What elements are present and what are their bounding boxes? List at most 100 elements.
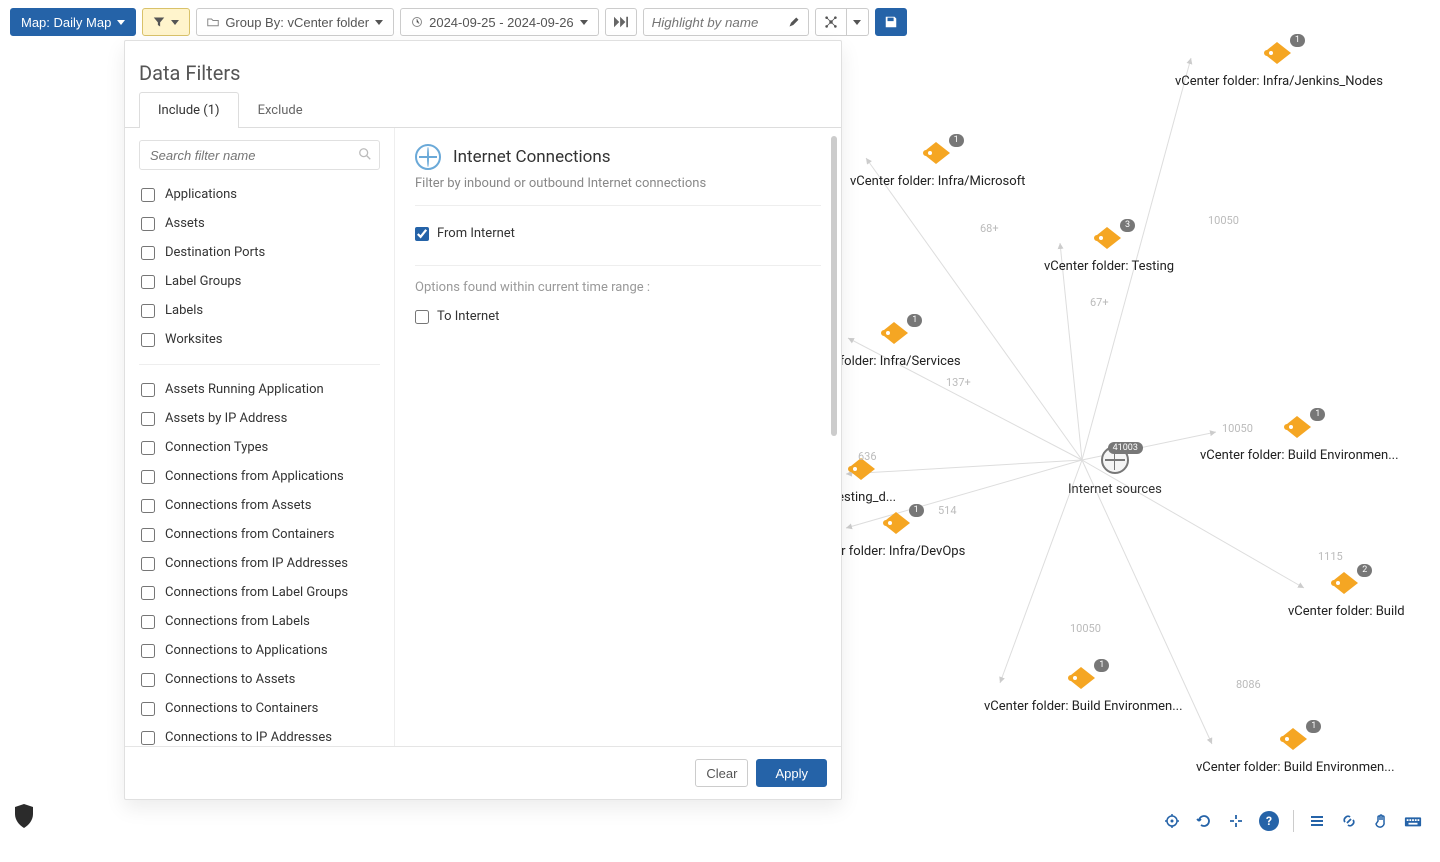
filter-checkbox[interactable]: [141, 499, 155, 513]
filter-item[interactable]: Assets by IP Address: [133, 404, 386, 433]
node-label: vCenter folder: Infra/Microsoft: [850, 174, 1025, 189]
filter-item[interactable]: Connections from Assets: [133, 491, 386, 520]
to-internet-row[interactable]: To Internet: [415, 303, 821, 330]
filter-checkbox[interactable]: [141, 246, 155, 260]
panel-title: Data Filters: [125, 41, 841, 91]
edge-label: 636: [858, 450, 877, 463]
tab-exclude[interactable]: Exclude: [239, 92, 322, 128]
filter-checkbox[interactable]: [141, 644, 155, 658]
map-node[interactable]: 1vCenter folder: Build Environmen...: [984, 665, 1183, 714]
filter-item[interactable]: Connections to IP Addresses: [133, 723, 386, 746]
network-icon: [824, 15, 838, 29]
to-internet-checkbox[interactable]: [415, 310, 429, 324]
filter-checkbox[interactable]: [141, 304, 155, 318]
recenter-icon[interactable]: [1227, 812, 1245, 830]
filter-item[interactable]: Applications: [133, 180, 386, 209]
node-badge: 41003: [1108, 442, 1143, 454]
refresh-icon[interactable]: [1195, 812, 1213, 830]
node-badge: 1: [1310, 408, 1325, 421]
filter-item[interactable]: Connection Types: [133, 433, 386, 462]
node-label: vCenter folder: Testing: [1044, 259, 1174, 274]
map-node[interactable]: 1r folder: Infra/Services: [832, 320, 961, 369]
filter-item[interactable]: Connections from Applications: [133, 462, 386, 491]
filter-checkbox[interactable]: [141, 731, 155, 745]
tag-icon: [922, 140, 954, 166]
filter-item[interactable]: Label Groups: [133, 267, 386, 296]
map-node[interactable]: 1vCenter folder: Build Environmen...: [1196, 726, 1395, 775]
filter-checkbox[interactable]: [141, 528, 155, 542]
filter-item[interactable]: Assets Running Application: [133, 375, 386, 404]
filter-label: Assets by IP Address: [165, 411, 287, 426]
filter-checkbox[interactable]: [141, 557, 155, 571]
map-node[interactable]: 3vCenter folder: Testing: [1044, 225, 1174, 274]
filter-search-input[interactable]: [139, 140, 380, 170]
filter-item[interactable]: Worksites: [133, 325, 386, 354]
highlight-input[interactable]: [652, 15, 782, 30]
map-node[interactable]: 1vCenter folder: Infra/Microsoft: [850, 140, 1025, 189]
layout-button[interactable]: [815, 8, 847, 36]
clear-button[interactable]: Clear: [695, 759, 748, 787]
map-node[interactable]: 1vCenter folder: Infra/Jenkins_Nodes: [1175, 40, 1383, 89]
filter-checkbox[interactable]: [141, 673, 155, 687]
filter-checkbox[interactable]: [141, 615, 155, 629]
map-node[interactable]: 2vCenter folder: Build: [1288, 570, 1405, 619]
filter-item[interactable]: Connections to Assets: [133, 665, 386, 694]
layout-dropdown-button[interactable]: [847, 8, 869, 36]
filter-item[interactable]: Destination Ports: [133, 238, 386, 267]
map-select-button[interactable]: Map: Daily Map: [10, 8, 136, 36]
filter-item[interactable]: Connections from Containers: [133, 520, 386, 549]
daterange-button[interactable]: 2024-09-25 - 2024-09-26: [400, 8, 599, 36]
divider: [415, 265, 821, 266]
filter-item[interactable]: Connections to Applications: [133, 636, 386, 665]
to-internet-label: To Internet: [437, 309, 499, 324]
filter-checkbox[interactable]: [141, 702, 155, 716]
filter-checkbox[interactable]: [141, 470, 155, 484]
node-label: vCenter folder: Build Environmen...: [984, 699, 1183, 714]
node-badge: 1: [949, 134, 964, 147]
filter-label: Destination Ports: [165, 245, 265, 260]
filter-label: Assets: [165, 216, 205, 231]
from-internet-row[interactable]: From Internet: [415, 220, 821, 247]
tab-include[interactable]: Include (1): [139, 92, 239, 128]
daterange-label: 2024-09-25 - 2024-09-26: [429, 15, 574, 30]
node-badge: 2: [1357, 564, 1372, 577]
filter-checkbox[interactable]: [141, 217, 155, 231]
internet-sources-node[interactable]: 41003 Internet sources: [1068, 446, 1162, 497]
save-button[interactable]: [875, 8, 907, 36]
groupby-button[interactable]: Group By: vCenter folder: [196, 8, 394, 36]
filter-checkbox[interactable]: [141, 188, 155, 202]
from-internet-checkbox[interactable]: [415, 227, 429, 241]
filter-item[interactable]: Connections from Labels: [133, 607, 386, 636]
map-node[interactable]: 1vCenter folder: Build Environmen...: [1200, 414, 1399, 463]
filter-checkbox[interactable]: [141, 275, 155, 289]
filter-checkbox[interactable]: [141, 383, 155, 397]
caret-down-icon: [117, 20, 125, 25]
keyboard-icon[interactable]: [1404, 812, 1422, 830]
filter-checkbox[interactable]: [141, 412, 155, 426]
filter-button[interactable]: [142, 8, 190, 36]
hand-icon[interactable]: [1372, 812, 1390, 830]
filter-label: Connections to Assets: [165, 672, 295, 687]
filter-checkbox[interactable]: [141, 333, 155, 347]
filter-checkbox[interactable]: [141, 586, 155, 600]
shield-icon[interactable]: [14, 804, 34, 832]
pencil-icon[interactable]: [788, 16, 800, 28]
fast-forward-button[interactable]: [605, 8, 637, 36]
filter-item[interactable]: Connections from IP Addresses: [133, 549, 386, 578]
filter-item[interactable]: Connections to Containers: [133, 694, 386, 723]
toolbar: Map: Daily Map Group By: vCenter folder …: [0, 0, 1440, 44]
separator: [1293, 810, 1294, 832]
filter-checkbox[interactable]: [141, 441, 155, 455]
link-icon[interactable]: [1340, 812, 1358, 830]
scrollbar[interactable]: [831, 136, 837, 436]
filter-item[interactable]: Assets: [133, 209, 386, 238]
map-node[interactable]: 1ter folder: Infra/DevOps: [830, 510, 965, 559]
filter-item[interactable]: Labels: [133, 296, 386, 325]
apply-button[interactable]: Apply: [756, 759, 827, 787]
help-icon[interactable]: ?: [1259, 811, 1279, 831]
map-select-label: Map: Daily Map: [21, 15, 111, 30]
filter-item[interactable]: Connections from Label Groups: [133, 578, 386, 607]
settings-icon[interactable]: [1163, 812, 1181, 830]
highlight-input-wrap: [643, 8, 809, 36]
list-view-icon[interactable]: [1308, 812, 1326, 830]
